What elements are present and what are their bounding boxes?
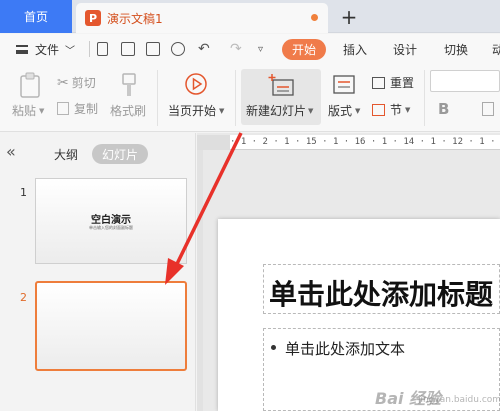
layout-icon[interactable]	[332, 74, 356, 96]
section-label: 节	[390, 103, 403, 117]
cut-button[interactable]: ✂ 剪切	[57, 74, 96, 91]
title-placeholder-text: 单击此处添加标题	[269, 278, 494, 311]
chevron-down-icon: ﹀	[65, 45, 76, 57]
save-icon[interactable]	[121, 42, 135, 56]
chevron-down-icon: ▼	[39, 106, 45, 115]
menu-icon[interactable]	[16, 45, 28, 54]
print-icon[interactable]	[146, 42, 160, 56]
format-painter-icon[interactable]	[120, 72, 138, 98]
copy-icon	[57, 102, 69, 115]
new-slide-icon	[268, 74, 294, 96]
tab-transition[interactable]: 切换	[444, 34, 468, 64]
chevron-down-icon: ▼	[405, 105, 411, 114]
print-preview-icon[interactable]	[171, 42, 185, 56]
ribbon: 粘贴 ▼ ✂ 剪切 复制 格式刷 当页开始 ▼ 新建幻灯片 ▼ 版式 ▼ 重置 …	[0, 64, 500, 132]
bold-button[interactable]: B	[438, 100, 449, 118]
slide-number: 2	[20, 291, 27, 304]
tab-animation[interactable]: 动	[492, 34, 500, 64]
document-title: 演示文稿1	[107, 11, 163, 26]
tab-design[interactable]: 设计	[393, 34, 417, 64]
format-painter-label[interactable]: 格式刷	[110, 102, 146, 119]
layout-label: 版式	[328, 104, 353, 118]
play-from-current-label: 当页开始	[168, 104, 217, 118]
unsaved-dot-icon	[311, 14, 318, 21]
chevron-down-icon: ▼	[308, 106, 314, 115]
quick-access-more-icon[interactable]: ▿	[258, 34, 263, 64]
chevron-down-icon: ▼	[355, 106, 361, 115]
file-menu[interactable]: 文件 ﹀	[35, 34, 75, 64]
cut-label: 剪切	[71, 76, 96, 90]
scissors-icon: ✂	[57, 74, 69, 91]
slide-panel: « 大纲 幻灯片 1 空白演示 单击输入您的封面副标题 2	[0, 133, 196, 411]
paste-icon[interactable]	[18, 72, 42, 98]
font-name-select[interactable]	[430, 70, 500, 92]
menu-bar: 文件 ﹀ ↶ ↷ ▿ 开始 插入 设计 切换 动	[0, 34, 500, 64]
ruler-margin	[197, 135, 230, 150]
paste-button[interactable]: 粘贴 ▼	[12, 102, 44, 119]
redo-icon[interactable]: ↷	[230, 34, 242, 64]
thumbnail-title: 空白演示	[91, 215, 131, 226]
divider	[89, 41, 90, 57]
tab-bar: 首页 P 演示文稿1 +	[0, 0, 500, 33]
tab-home[interactable]: 开始	[282, 39, 326, 60]
reset-label: 重置	[390, 76, 415, 90]
slide-canvas[interactable]: 单击此处添加标题 单击此处添加文本	[218, 219, 500, 411]
reset-icon	[372, 76, 385, 89]
presentation-icon: P	[85, 10, 101, 26]
italic-icon	[482, 102, 494, 116]
file-menu-label: 文件	[35, 42, 60, 57]
document-tab[interactable]: P 演示文稿1	[76, 3, 328, 33]
paste-label: 粘贴	[12, 104, 37, 118]
play-from-current-button[interactable]: 当页开始 ▼	[168, 102, 224, 119]
body-placeholder-text: 单击此处添加文本	[285, 340, 406, 358]
section-icon	[372, 103, 385, 116]
tab-slides[interactable]: 幻灯片	[92, 144, 148, 164]
home-tab[interactable]: 首页	[0, 0, 72, 33]
title-placeholder[interactable]: 单击此处添加标题	[263, 264, 500, 314]
copy-label: 复制	[74, 102, 99, 116]
new-slide-label: 新建幻灯片	[246, 104, 307, 118]
watermark-url: jingyan.baidu.com	[418, 395, 500, 405]
horizontal-ruler: · 1 · 2 · 1 · 15 · 1 · 16 · 1 · 14 · 1 ·…	[230, 135, 500, 150]
chevron-down-icon: ▼	[219, 106, 225, 115]
new-tab-button[interactable]: +	[338, 3, 360, 31]
tab-outline[interactable]: 大纲	[54, 146, 78, 163]
section-button[interactable]: 节 ▼	[372, 101, 410, 118]
bullet-icon	[271, 345, 276, 350]
divider	[235, 70, 236, 126]
layout-button[interactable]: 版式 ▼	[328, 102, 360, 119]
thumbnail-subtitle: 单击输入您的封面副标题	[89, 225, 133, 230]
italic-button[interactable]	[482, 102, 494, 116]
divider	[157, 70, 158, 126]
slide-thumbnail-2[interactable]	[35, 281, 187, 371]
new-slide-label-wrap: 新建幻灯片 ▼	[246, 102, 313, 119]
divider	[424, 70, 425, 126]
copy-button[interactable]: 复制	[57, 100, 98, 117]
slide-thumbnail-1[interactable]: 空白演示 单击输入您的封面副标题	[35, 178, 187, 264]
slide-number: 1	[20, 186, 27, 199]
vertical-ruler	[197, 150, 203, 411]
reset-button[interactable]: 重置	[372, 74, 414, 91]
tab-insert[interactable]: 插入	[343, 34, 367, 64]
play-icon[interactable]	[184, 72, 208, 96]
undo-icon[interactable]: ↶	[198, 34, 210, 64]
new-document-icon[interactable]	[97, 42, 108, 56]
collapse-panel-button[interactable]: «	[6, 142, 16, 161]
